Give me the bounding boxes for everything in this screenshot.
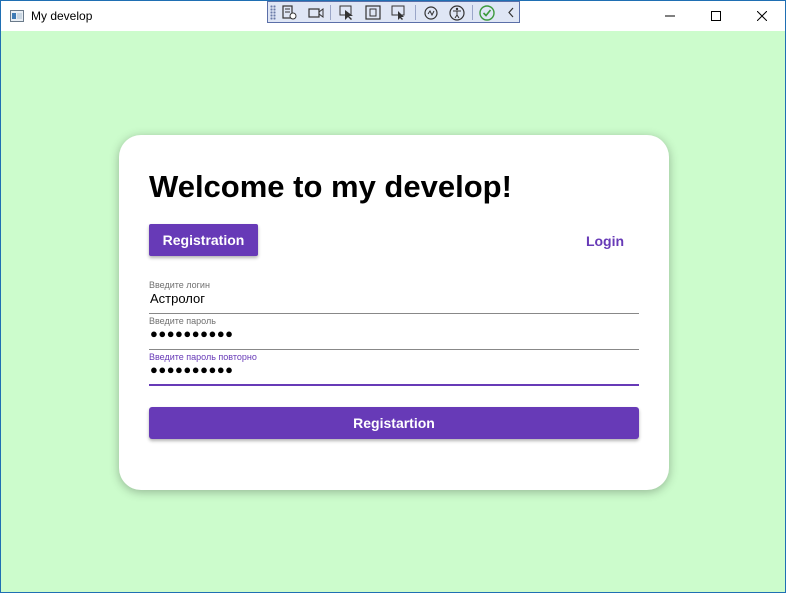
binding-failures-icon[interactable]	[422, 4, 440, 21]
repeat-password-field-underline	[149, 384, 639, 386]
app-icon	[10, 10, 24, 22]
minimize-button[interactable]	[647, 1, 693, 31]
page-title: Welcome to my develop!	[149, 169, 512, 204]
login-field-underline	[149, 313, 639, 314]
close-button[interactable]	[739, 1, 785, 31]
password-field-underline	[149, 349, 639, 350]
password-field-value[interactable]: ●●●●●●●●●●	[150, 326, 234, 341]
title-bar[interactable]: My develop	[1, 1, 785, 31]
repeat-password-field-label: Введите пароль повторно	[149, 352, 257, 362]
app-window: My develop Welcome to my develop! Regist…	[0, 0, 786, 593]
login-field-label: Введите логин	[149, 280, 210, 290]
registration-tab-button[interactable]: Registration	[149, 224, 258, 256]
hot-reload-ok-icon[interactable]	[478, 4, 496, 21]
password-field[interactable]: Введите пароль ●●●●●●●●●●	[149, 316, 639, 350]
login-field-value[interactable]: Астролог	[150, 291, 205, 306]
grip-icon[interactable]	[270, 5, 276, 20]
window-title: My develop	[31, 9, 93, 23]
accessibility-icon[interactable]	[448, 4, 466, 21]
debug-toolbar	[267, 1, 520, 23]
login-field[interactable]: Введите логин Астролог	[149, 280, 639, 314]
track-focus-icon[interactable]	[390, 4, 408, 21]
live-visual-tree-icon[interactable]	[280, 4, 298, 21]
display-layout-adorners-icon[interactable]	[364, 4, 382, 21]
collapse-icon[interactable]	[502, 4, 520, 21]
submit-registration-button[interactable]: Registartion	[149, 407, 639, 439]
repeat-password-field[interactable]: Введите пароль повторно ●●●●●●●●●●	[149, 352, 639, 386]
maximize-button[interactable]	[693, 1, 739, 31]
video-icon[interactable]	[307, 4, 325, 21]
login-tab-button[interactable]: Login	[574, 229, 636, 253]
select-element-icon[interactable]	[338, 4, 356, 21]
repeat-password-field-value[interactable]: ●●●●●●●●●●	[150, 362, 234, 377]
registration-card: Welcome to my develop! Registration Logi…	[119, 135, 669, 490]
password-field-label: Введите пароль	[149, 316, 216, 326]
